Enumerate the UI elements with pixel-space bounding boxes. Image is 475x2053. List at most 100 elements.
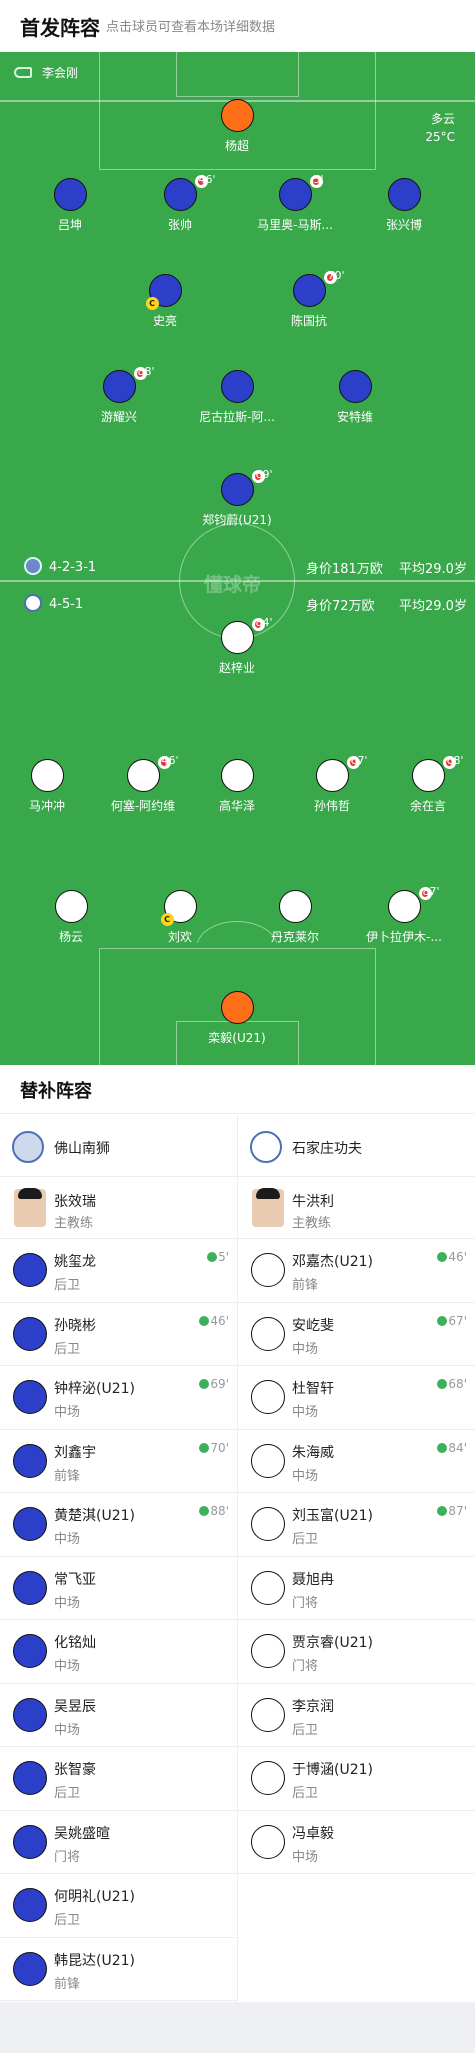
sub-player-name: 钟梓泌(U21) [54, 1381, 135, 1397]
sub-player-row[interactable]: 聂旭冉 门将 [238, 1557, 475, 1620]
sub-player-row[interactable]: 吴姚盛暄 门将 [0, 1811, 237, 1874]
referee: 李会刚 [14, 64, 78, 81]
home-player[interactable]: C 史亮 [105, 274, 225, 329]
away-player[interactable]: 丹克莱尔 [235, 890, 355, 945]
sub-player-row[interactable]: 刘玉富(U21) 后卫 87' [238, 1493, 475, 1557]
sub-in-minute: 5' [218, 1250, 229, 1264]
player-dot: 69' [220, 468, 273, 506]
player-dot [220, 370, 254, 403]
sub-player-name: 冯卓毅 [292, 1825, 334, 1842]
sub-player-row[interactable]: 钟梓泌(U21) 中场 69' [0, 1366, 237, 1430]
sub-in-time: 46' [437, 1250, 467, 1264]
divider [0, 1113, 475, 1114]
sub-player-row[interactable]: 朱海威 中场 84' [238, 1430, 475, 1493]
away-coach-role: 主教练 [292, 1216, 332, 1231]
player-dot: 70' [292, 269, 345, 307]
sub-player-position: 后卫 [54, 1913, 81, 1928]
home-team-logo-icon [24, 557, 42, 575]
away-team-logo-icon [250, 1131, 282, 1163]
home-player[interactable]: 70' 陈国抗 [249, 269, 369, 329]
sub-in-minute: 88' [210, 1504, 229, 1518]
sub-player-position: 门将 [292, 1659, 319, 1674]
sub-player-row[interactable]: 邓嘉杰(U21) 前锋 46' [238, 1239, 475, 1303]
away-player[interactable]: 杨云 [11, 890, 131, 945]
home-player[interactable]: 46' 张帅 [120, 173, 240, 233]
player-dot [251, 1507, 285, 1541]
sub-player-row[interactable]: 韩昆达(U21) 前锋 [0, 1938, 237, 2001]
sub-player-name: 化铭灿 [54, 1635, 96, 1651]
sub-player-row[interactable]: 常飞亚 中场 [0, 1557, 237, 1620]
player-dot [13, 1316, 47, 1351]
player-name: 伊卜拉伊木-... [366, 930, 442, 944]
home-coach-row[interactable]: 张效瑞 主教练 [0, 1177, 237, 1239]
player-name: 陈国抗 [290, 314, 327, 328]
sub-time: 5' [313, 173, 324, 186]
home-player[interactable]: 安特维 [295, 370, 415, 425]
sub-in-minute: 67' [448, 1313, 467, 1328]
page-subtitle: 点击球员可查看本场详细数据 [106, 20, 276, 35]
home-player[interactable]: 5' 马里奥-马斯... [235, 173, 355, 233]
home-team-row[interactable]: 佛山南狮 [0, 1115, 237, 1177]
sub-in-icon [199, 1315, 210, 1326]
sub-player-row[interactable]: 于博涵(U21) 后卫 [238, 1747, 475, 1811]
sub-player-row[interactable]: 杜智轩 中场 68' [238, 1366, 475, 1430]
sub-player-name: 黄楚淇(U21) [54, 1508, 135, 1524]
away-coach-row[interactable]: 牛洪利 主教练 [238, 1177, 475, 1239]
player-dot [54, 890, 88, 923]
home-player[interactable]: 尼古拉斯-阿... [177, 370, 297, 425]
sub-player-name: 张智豪 [54, 1762, 96, 1778]
sub-player-name: 刘鑫宇 [54, 1444, 96, 1461]
player-dot [13, 1761, 47, 1795]
player-dot [13, 1634, 47, 1668]
home-player[interactable]: 88' 游耀兴 [59, 365, 179, 425]
sub-player-row[interactable]: 化铭灿 中场 [0, 1620, 237, 1684]
away-player[interactable]: 68' 余在言 [368, 754, 475, 814]
player-dot [251, 1824, 285, 1859]
sub-player-row[interactable]: 冯卓毅 中场 [238, 1811, 475, 1874]
sub-player-row[interactable]: 吴昱辰 中场 [0, 1684, 237, 1747]
sub-player-row[interactable]: 黄楚淇(U21) 中场 88' [0, 1493, 237, 1557]
player-dot [251, 1316, 285, 1351]
sub-player-position: 前锋 [54, 1468, 81, 1484]
player-name: 郑钧蔚(U21) [202, 513, 272, 527]
bottom-area [0, 2002, 475, 2053]
sub-player-name: 吴昱辰 [54, 1698, 96, 1715]
sub-player-row[interactable]: 贾京睿(U21) 门将 [238, 1620, 475, 1684]
sub-player-row[interactable]: 安屹斐 中场 67' [238, 1303, 475, 1366]
sub-in-icon [437, 1506, 448, 1516]
weather: 多云 25°C [425, 110, 455, 146]
away-player[interactable]: 84' 赵梓业 [177, 616, 297, 676]
player-dot [13, 1253, 47, 1287]
away-player[interactable]: 栾毅(U21) [177, 991, 297, 1046]
home-player[interactable]: 吕坤 [10, 178, 130, 233]
sub-player-row[interactable]: 张智豪 后卫 [0, 1747, 237, 1811]
sub-player-row[interactable]: 姚玺龙 后卫 5' [0, 1239, 237, 1303]
player-dot: 46' [126, 754, 179, 792]
away-team-row[interactable]: 石家庄功夫 [238, 1115, 475, 1177]
sub-player-name: 李京润 [292, 1698, 334, 1715]
player-dot [251, 1253, 285, 1287]
home-player[interactable]: 张兴博 [344, 178, 464, 233]
home-player[interactable]: 杨超 [177, 99, 297, 154]
sub-player-row[interactable]: 孙晓彬 后卫 46' [0, 1303, 237, 1366]
player-name: 栾毅(U21) [208, 1031, 266, 1045]
player-dot: 87' [387, 885, 440, 923]
player-name: 马里奥-马斯... [257, 218, 333, 232]
whistle-icon [14, 67, 32, 78]
sub-player-row[interactable]: 何明礼(U21) 后卫 [0, 1874, 237, 1938]
sub-in-icon [437, 1442, 448, 1453]
player-dot [251, 1443, 285, 1478]
player-name: 丹克莱尔 [270, 930, 319, 944]
player-dot [13, 1570, 47, 1605]
sub-player-row[interactable]: 李京润 后卫 [238, 1684, 475, 1747]
sub-in-icon [199, 1506, 210, 1516]
home-player[interactable]: 69' 郑钧蔚(U21) [177, 468, 297, 528]
sub-in-minute: 69' [210, 1377, 229, 1391]
sub-in-icon [199, 1379, 210, 1389]
sub-player-row[interactable]: 刘鑫宇 前锋 70' [0, 1430, 237, 1493]
away-player[interactable]: 87' 伊卜拉伊木-... [344, 885, 464, 945]
sub-in-minute: 46' [210, 1313, 229, 1328]
away-player[interactable]: C 刘欢 [120, 890, 240, 945]
player-dot [251, 1380, 285, 1414]
sub-player-name: 姚玺龙 [54, 1254, 96, 1270]
